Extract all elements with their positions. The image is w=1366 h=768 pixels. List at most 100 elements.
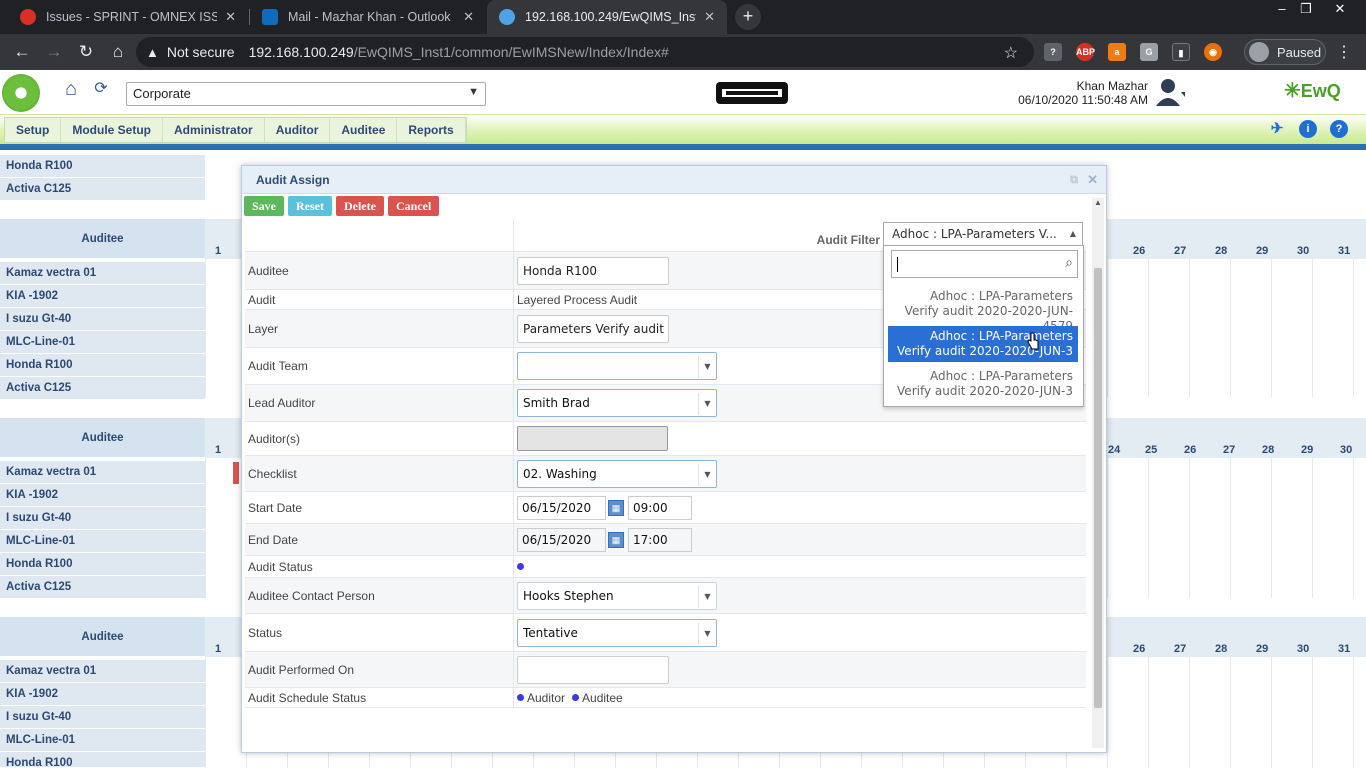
schedule-status-row: Audit Schedule Status Auditor Auditee	[245, 688, 1086, 708]
close-icon[interactable]: ✕	[1087, 166, 1098, 194]
menu-reports[interactable]: Reports	[397, 118, 466, 142]
not-secure-label[interactable]: Not secure	[167, 44, 235, 60]
calendar-icon[interactable]: ▦	[608, 499, 624, 516]
auditee-label: Auditee	[245, 252, 514, 289]
dropdown-option[interactable]: Adhoc : LPA-Parameters Verify audit 2020…	[888, 366, 1078, 402]
day-number: 29	[1301, 444, 1314, 456]
auditee-input[interactable]: Honda R100	[517, 256, 669, 285]
home-icon[interactable]: ⌂	[58, 76, 84, 102]
layer-input[interactable]: Parameters Verify audit 2020	[517, 314, 669, 343]
day-number: 27	[1174, 643, 1187, 655]
window-close-icon[interactable]: ✕	[1325, 0, 1355, 18]
app-logo[interactable]	[2, 74, 40, 112]
dropdown-option-selected[interactable]: Adhoc : LPA-Parameters Verify audit 2020…	[888, 326, 1078, 362]
day-number: 1	[215, 643, 222, 655]
menu-auditee[interactable]: Auditee	[330, 118, 398, 142]
start-time-input[interactable]: 09:00	[628, 495, 692, 520]
extension-a-icon[interactable]: a	[1108, 43, 1126, 61]
start-date-label: Start Date	[245, 492, 514, 523]
auditors-label: Auditor(s)	[245, 422, 514, 455]
schedule-row: MLC-Line-01	[0, 729, 205, 752]
organization-select[interactable]: Corporate ▼	[126, 82, 486, 106]
address-bar[interactable]: ▲ Not secure 192.168.100.249 /EwQIMS_Ins…	[136, 37, 1034, 67]
lead-auditor-label: Lead Auditor	[245, 385, 514, 421]
warning-icon[interactable]: ▲	[146, 45, 159, 60]
cummins-logo	[716, 82, 788, 104]
extension-firefox-icon[interactable]: ◉	[1204, 43, 1222, 61]
end-date-input[interactable]: 06/15/2020	[517, 527, 606, 552]
browser-tabstrip: Issues - SPRINT - OMNEX ISSUE ✕ Mail - M…	[0, 0, 1366, 34]
dialog-title-bar: Audit Assign ⧉ ✕	[242, 166, 1106, 194]
end-date-label: End Date	[245, 524, 514, 555]
day-number: 26	[1184, 444, 1197, 456]
end-time-input[interactable]: 17:00	[628, 527, 692, 552]
bookmark-star-icon[interactable]: ☆	[1004, 43, 1018, 63]
info-icon[interactable]: i	[1299, 120, 1317, 138]
cancel-button[interactable]: Cancel	[387, 196, 440, 216]
calendar-icon[interactable]: ▦	[608, 531, 624, 548]
audit-team-select[interactable]: ▼	[517, 352, 717, 380]
audit-filter-select[interactable]: Adhoc : LPA-Parameters V... ▲	[883, 222, 1083, 246]
day-number: 30	[1297, 245, 1310, 257]
day-number: 28	[1215, 643, 1228, 655]
text-caret	[897, 257, 898, 272]
contact-value: Hooks Stephen	[523, 588, 614, 603]
user-avatar-icon[interactable]	[1155, 76, 1185, 108]
reset-button[interactable]: Reset	[288, 196, 332, 216]
menu-administrator[interactable]: Administrator	[163, 118, 265, 142]
checklist-select[interactable]: 02. Washing ▼	[517, 459, 717, 488]
schedule-auditee-label: Auditee	[582, 690, 623, 705]
menu-module-setup[interactable]: Module Setup	[61, 118, 164, 142]
day-number: 27	[1223, 444, 1236, 456]
menu-auditor[interactable]: Auditor	[265, 118, 331, 142]
status-label: Status	[245, 614, 514, 651]
extension-g-icon[interactable]: G	[1140, 43, 1158, 61]
schedule-row: KIA -1902	[0, 285, 205, 308]
back-icon[interactable]: ←	[10, 40, 34, 64]
contact-select[interactable]: Hooks Stephen ▼	[517, 581, 717, 610]
checklist-value: 02. Washing	[523, 466, 597, 481]
popout-icon[interactable]: ⧉	[1070, 166, 1078, 194]
scrollbar-thumb[interactable]	[1094, 268, 1102, 708]
organization-value: Corporate	[133, 86, 191, 101]
menu-setup[interactable]: Setup	[5, 118, 62, 142]
schedule-row: Activa C125	[0, 178, 205, 201]
forward-icon[interactable]: →	[42, 40, 66, 64]
auditors-field[interactable]	[517, 426, 668, 451]
home-icon[interactable]: ⌂	[106, 40, 130, 64]
adblock-icon[interactable]: ABP	[1076, 43, 1095, 61]
main-navbar: Setup Module Setup Administrator Auditor…	[0, 114, 1366, 150]
new-tab-button[interactable]: +	[735, 4, 761, 30]
audit-filter-label: Audit Filter	[816, 233, 880, 247]
pin-icon[interactable]: ✈	[1268, 120, 1286, 138]
scroll-up-icon[interactable]: ▲	[1092, 198, 1104, 207]
reload-icon[interactable]: ↻	[74, 40, 98, 64]
browser-tab-outlook[interactable]: Mail - Mazhar Khan - Outlook ✕	[250, 0, 486, 34]
browser-tab-issues[interactable]: Issues - SPRINT - OMNEX ISSUE ✕	[8, 0, 248, 34]
profile-button[interactable]: Paused	[1244, 39, 1326, 65]
help-icon[interactable]: ?	[1330, 120, 1348, 138]
auditee-header: Auditee	[0, 617, 205, 657]
refresh-icon[interactable]: ⟳	[88, 76, 114, 102]
dropdown-search-input[interactable]: ⌕	[891, 250, 1078, 278]
close-icon[interactable]: ✕	[463, 9, 474, 25]
restore-icon[interactable]: ❐	[1291, 0, 1321, 18]
end-date-row: End Date 06/15/2020 ▦ 17:00	[245, 524, 1086, 556]
start-date-input[interactable]: 06/15/2020	[517, 495, 606, 520]
delete-button[interactable]: Delete	[335, 196, 384, 216]
user-name: Khan Mazhar	[1076, 79, 1148, 93]
tab-title: 192.168.100.249/EwQIMS_Inst1/c	[525, 10, 696, 24]
close-icon[interactable]: ✕	[704, 9, 715, 25]
extension-shield-icon[interactable]: ?	[1044, 43, 1062, 61]
day-number: 26	[1133, 643, 1146, 655]
save-button[interactable]: Save	[244, 196, 284, 216]
extension-doc-icon[interactable]: ▮	[1172, 43, 1190, 61]
status-dot	[517, 694, 524, 701]
dialog-scrollbar[interactable]: ▲	[1092, 198, 1104, 748]
browser-tab-active[interactable]: 192.168.100.249/EwQIMS_Inst1/c ✕	[487, 0, 727, 34]
lead-auditor-select[interactable]: Smith Brad ▼	[517, 389, 717, 417]
performed-on-input[interactable]	[517, 655, 669, 684]
close-icon[interactable]: ✕	[225, 9, 236, 25]
more-menu-icon[interactable]: ⋮	[1336, 42, 1352, 62]
status-select[interactable]: Tentative ▼	[517, 618, 717, 647]
